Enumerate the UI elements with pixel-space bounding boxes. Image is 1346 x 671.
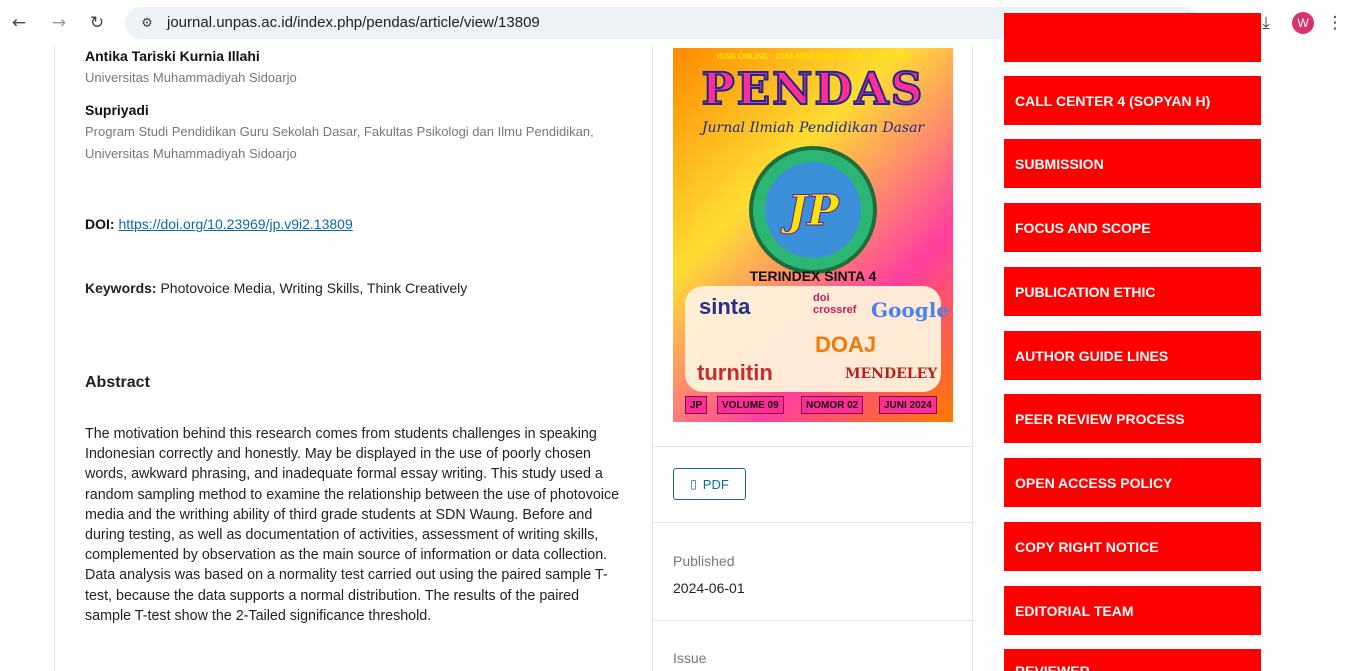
cover-masthead: PENDAS <box>701 63 925 116</box>
issue-label: Issue <box>673 650 707 666</box>
author-affiliation: Universitas Muhammadiyah Sidoarjo <box>85 70 297 85</box>
menu-peer-review[interactable]: PEER REVIEW PROCESS <box>1004 394 1261 443</box>
divider <box>653 620 974 621</box>
doi-link[interactable]: https://doi.org/10.23969/jp.v9i2.13809 <box>118 216 352 232</box>
author-name: Antika Tariski Kurnia Illahi <box>85 48 260 64</box>
cover-issn: ISSN ONLINE : 2548-6950 ISSN CETAK : 247… <box>717 52 909 61</box>
cover-index-badges: sinta doi crossref Google DOAJ turnitin … <box>685 286 949 392</box>
keywords-line: Keywords: Photovoice Media, Writing Skil… <box>85 280 467 296</box>
divider <box>653 446 974 447</box>
doi-line: DOI: https://doi.org/10.23969/jp.v9i2.13… <box>85 216 353 232</box>
doi-label: DOI: <box>85 216 115 232</box>
author-affiliation: Program Studi Pendidikan Guru Sekolah Da… <box>85 124 594 161</box>
keywords-label: Keywords: <box>85 280 157 296</box>
journal-cover-image: ISSN ONLINE : 2548-6950 ISSN CETAK : 247… <box>673 48 953 422</box>
published-date: 2024-06-01 <box>673 580 745 596</box>
pdf-file-icon: ▯ <box>690 477 697 491</box>
badge-doaj: DOAJ <box>815 332 877 357</box>
cover-subtitle: Jurnal Ilmiah Pendidikan Dasar <box>701 120 925 136</box>
site-info-icon[interactable]: ⚙ <box>137 13 157 33</box>
cover-footer-date: JUNI 2024 <box>879 396 937 414</box>
divider <box>653 522 974 523</box>
cover-footer-jp: JP <box>685 396 708 414</box>
cover-logo-text: JP <box>765 162 861 258</box>
abstract-heading: Abstract <box>85 374 150 391</box>
sidebar-menu-item-partial[interactable] <box>1004 13 1261 62</box>
url-text[interactable]: journal.unpas.ac.id/index.php/pendas/art… <box>167 14 540 31</box>
menu-open-access[interactable]: OPEN ACCESS POLICY <box>1004 458 1261 507</box>
keywords-value: Photovoice Media, Writing Skills, Think … <box>160 280 468 296</box>
published-label: Published <box>673 553 735 569</box>
cover-logo: JP <box>749 146 877 274</box>
sidebar-menu: CALL CENTER 4 (SOPYAN H) SUBMISSION FOCU… <box>1004 13 1261 671</box>
menu-publication-ethic[interactable]: PUBLICATION ETHIC <box>1004 267 1261 316</box>
forward-arrow-icon[interactable]: → <box>48 12 70 34</box>
cover-sinta-label: TERINDEX SINTA 4 <box>749 268 877 284</box>
reload-icon[interactable]: ↻ <box>86 12 108 34</box>
pdf-download-button[interactable]: ▯ PDF <box>673 468 746 500</box>
profile-avatar[interactable]: W <box>1292 12 1314 34</box>
badge-turnitin: turnitin <box>697 360 773 385</box>
article-main: Antika Tariski Kurnia Illahi Universitas… <box>54 46 652 671</box>
pdf-button-label: PDF <box>702 476 729 492</box>
badge-crossref: doi crossref <box>813 292 857 316</box>
author-name: Supriyadi <box>85 102 149 118</box>
abstract-text: The motivation behind this research come… <box>85 426 620 624</box>
menu-author-guidelines[interactable]: AUTHOR GUIDE LINES <box>1004 331 1261 380</box>
menu-submission[interactable]: SUBMISSION <box>1004 139 1261 188</box>
menu-reviewer[interactable]: REVIEWER <box>1004 649 1261 671</box>
cover-footer: JP VOLUME 09 NOMOR 02 JUNI 2024 <box>681 396 945 414</box>
cover-footer-volume: VOLUME 09 <box>717 396 784 414</box>
browser-menu-icon[interactable]: ⋮ <box>1327 12 1344 34</box>
cover-footer-number: NOMOR 02 <box>801 396 864 414</box>
badge-mendeley: MENDELEY <box>845 366 938 382</box>
article-sidebar: ISSN ONLINE : 2548-6950 ISSN CETAK : 247… <box>652 46 974 671</box>
badge-sinta: sinta <box>699 294 751 319</box>
menu-copyright[interactable]: COPY RIGHT NOTICE <box>1004 522 1261 571</box>
menu-focus-scope[interactable]: FOCUS AND SCOPE <box>1004 203 1261 252</box>
menu-editorial-team[interactable]: EDITORIAL TEAM <box>1004 586 1261 635</box>
back-arrow-icon[interactable]: ← <box>8 12 30 34</box>
badge-google: Google <box>871 298 950 322</box>
menu-call-center[interactable]: CALL CENTER 4 (SOPYAN H) <box>1004 76 1261 125</box>
